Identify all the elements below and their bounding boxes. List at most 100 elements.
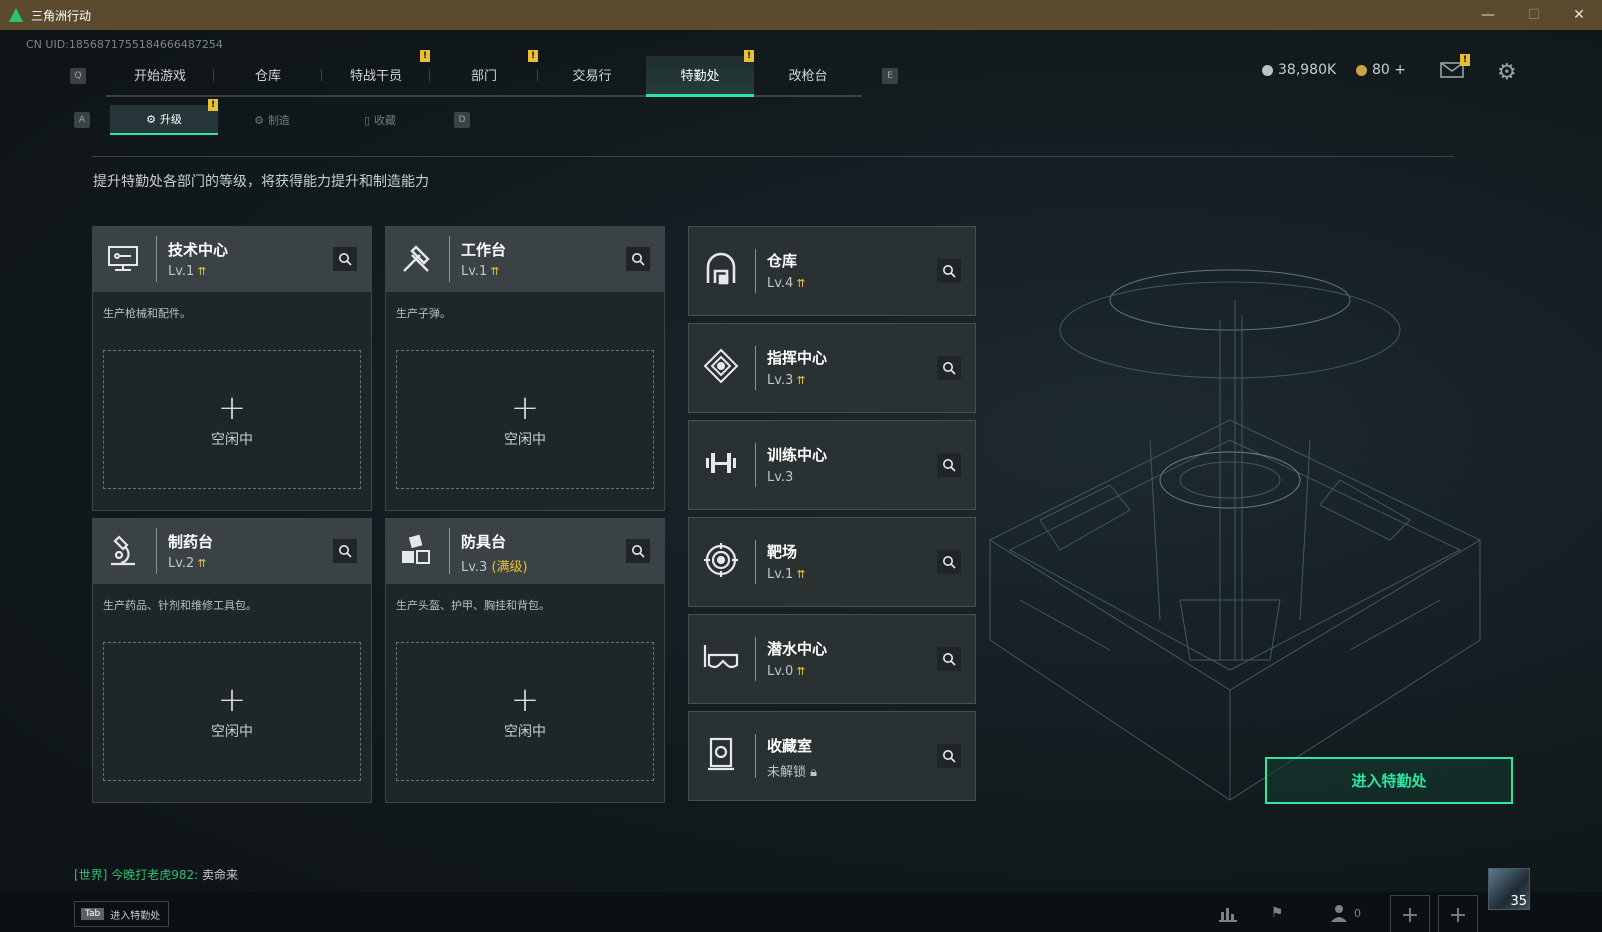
station-level: Lv.3 (满级) bbox=[461, 560, 528, 575]
upgrade-available-icon: ⇈ bbox=[197, 557, 207, 570]
production-slot[interactable]: + 空闲中 bbox=[396, 642, 654, 781]
page-instruction: 提升特勤处各部门的等级，将获得能力提升和制造能力 bbox=[93, 174, 429, 190]
sub-nav: A ⚙ 升级 ! ⚙ 制造 ▯ 收藏 D bbox=[74, 99, 470, 135]
station-description: 生产药品、针剂和维修工具包。 bbox=[103, 599, 257, 612]
bottom-bar: Tab 进入特勤处 ⚑ 0 + + bbox=[0, 892, 1602, 932]
facility-name: 靶场 bbox=[767, 543, 798, 561]
facility-name: 仓库 bbox=[767, 252, 798, 270]
alert-badge: ! bbox=[1460, 54, 1470, 66]
production-slot[interactable]: + 空闲中 bbox=[103, 350, 361, 489]
facility-level: Lv.0 ⇈ bbox=[767, 664, 806, 679]
mail-icon[interactable]: ! bbox=[1440, 54, 1470, 78]
microscope-icon bbox=[103, 531, 143, 571]
divider bbox=[92, 156, 1454, 157]
tab-start-game[interactable]: 开始游戏 bbox=[106, 56, 214, 94]
add-icon: + bbox=[217, 387, 247, 428]
facility-card-warehouse[interactable]: 仓库 Lv.4 ⇈ bbox=[688, 226, 976, 316]
add-teammate-button[interactable]: + bbox=[1390, 895, 1430, 932]
inspect-search-icon[interactable] bbox=[937, 744, 961, 768]
world-chat-line[interactable]: [世界] 今晚打老虎982: 卖命来 bbox=[74, 866, 238, 883]
add-icon: + bbox=[217, 679, 247, 720]
inspect-search-icon[interactable] bbox=[937, 356, 961, 380]
inspect-search-icon[interactable] bbox=[626, 247, 650, 271]
production-slot[interactable]: + 空闲中 bbox=[396, 350, 654, 489]
flag-icon[interactable]: ⚑ bbox=[1264, 900, 1290, 926]
subtab-collection[interactable]: ▯ 收藏 bbox=[326, 106, 434, 134]
enter-special-ops-button[interactable]: 进入特勤处 bbox=[1265, 757, 1513, 804]
subtab-upgrade[interactable]: ⚙ 升级 ! bbox=[110, 99, 218, 135]
facility-card-shooting-range[interactable]: 靶场 Lv.1 ⇈ bbox=[688, 517, 976, 607]
bond-icon bbox=[1356, 64, 1367, 76]
inspect-search-icon[interactable] bbox=[333, 539, 357, 563]
station-description: 生产子弹。 bbox=[396, 307, 451, 320]
computer-icon bbox=[103, 239, 143, 279]
nav-next-key[interactable]: E bbox=[882, 68, 898, 84]
upgrade-available-icon: ⇈ bbox=[796, 568, 806, 581]
station-level: Lv.1 ⇈ bbox=[461, 264, 500, 279]
tab-departments[interactable]: 部门! bbox=[430, 49, 538, 94]
tab-warehouse[interactable]: 仓库 bbox=[214, 56, 322, 94]
upgrade-available-icon: ⇈ bbox=[796, 665, 806, 678]
collection-icon: ▯ bbox=[363, 113, 371, 127]
settings-gear-icon[interactable]: ⚙ bbox=[1497, 62, 1519, 84]
station-level: Lv.1 ⇈ bbox=[168, 264, 207, 279]
station-name: 技术中心 bbox=[168, 241, 229, 259]
maximize-button[interactable]: ☐ bbox=[1511, 0, 1557, 30]
station-card-pharmacy[interactable]: 制药台 Lv.2 ⇈ 生产药品、针剂和维修工具包。 + 空闲中 bbox=[92, 518, 372, 803]
station-card-tech-center[interactable]: 技术中心 Lv.1 ⇈ 生产枪械和配件。 + 空闲中 bbox=[92, 226, 372, 511]
nav-prev-key[interactable]: Q bbox=[70, 68, 86, 84]
app-logo-icon bbox=[9, 8, 23, 22]
tab-special-ops[interactable]: 特勤处! bbox=[646, 49, 754, 97]
window-title: 三角洲行动 bbox=[31, 8, 92, 23]
station-name: 工作台 bbox=[461, 241, 507, 259]
station-level: Lv.2 ⇈ bbox=[168, 556, 207, 571]
subnav-next-key[interactable]: D bbox=[454, 112, 470, 128]
dumbbell-icon bbox=[701, 443, 741, 483]
inspect-search-icon[interactable] bbox=[626, 539, 650, 563]
window-titlebar: 三角洲行动 — ☐ ✕ bbox=[0, 0, 1602, 30]
station-name: 制药台 bbox=[168, 533, 214, 551]
craft-icon: ⚙ bbox=[254, 113, 264, 127]
upgrade-available-icon: ⇈ bbox=[490, 265, 500, 278]
coin-balance[interactable]: 38,980K bbox=[1262, 62, 1336, 78]
stats-chart-icon[interactable] bbox=[1215, 900, 1241, 926]
subnav-prev-key[interactable]: A bbox=[74, 112, 90, 128]
facility-level: Lv.3 ⇈ bbox=[767, 373, 806, 388]
facility-card-collection-room[interactable]: 收藏室 未解锁 🔒︎ bbox=[688, 711, 976, 801]
inspect-search-icon[interactable] bbox=[937, 453, 961, 477]
player-avatar[interactable]: 35 bbox=[1488, 868, 1530, 910]
facility-card-command-center[interactable]: 指挥中心 Lv.3 ⇈ bbox=[688, 323, 976, 413]
inspect-search-icon[interactable] bbox=[937, 550, 961, 574]
lock-icon: 🔒︎ bbox=[810, 765, 818, 780]
subtab-craft[interactable]: ⚙ 制造 bbox=[218, 106, 326, 134]
facility-level: 未解锁 🔒︎ bbox=[767, 765, 818, 780]
facility-card-training-center[interactable]: 训练中心 Lv.3 bbox=[688, 420, 976, 510]
cubes-icon bbox=[396, 531, 436, 571]
coin-icon bbox=[1262, 64, 1273, 76]
upgrade-available-icon: ⇈ bbox=[796, 374, 806, 387]
facility-card-diving-center[interactable]: 潜水中心 Lv.0 ⇈ bbox=[688, 614, 976, 704]
minimize-button[interactable]: — bbox=[1465, 0, 1511, 30]
close-button[interactable]: ✕ bbox=[1556, 0, 1602, 30]
bond-balance[interactable]: 80 + bbox=[1356, 62, 1406, 78]
hammer-icon bbox=[396, 239, 436, 279]
target-icon bbox=[701, 540, 741, 580]
tab-operators[interactable]: 特战干员! bbox=[322, 49, 430, 94]
tab-gunsmith[interactable]: 改枪台 bbox=[754, 56, 862, 94]
inspect-search-icon[interactable] bbox=[937, 259, 961, 283]
production-slot[interactable]: + 空闲中 bbox=[103, 642, 361, 781]
facility-name: 训练中心 bbox=[767, 446, 828, 464]
station-name: 防具台 bbox=[461, 533, 507, 551]
facility-level: Lv.4 ⇈ bbox=[767, 276, 806, 291]
tab-market[interactable]: 交易行 bbox=[538, 56, 646, 94]
player-uid: CN UID:1856871755184666487254 bbox=[26, 38, 223, 51]
station-card-armor[interactable]: 防具台 Lv.3 (满级) 生产头盔、护甲、胸挂和背包。 + 空闲中 bbox=[385, 518, 665, 803]
station-card-workbench[interactable]: 工作台 Lv.1 ⇈ 生产子弹。 + 空闲中 bbox=[385, 226, 665, 511]
add-teammate-button[interactable]: + bbox=[1438, 895, 1478, 932]
facility-name: 指挥中心 bbox=[767, 349, 828, 367]
station-description: 生产枪械和配件。 bbox=[103, 307, 191, 320]
friends-icon[interactable]: 0 bbox=[1326, 900, 1366, 926]
tab-enter-hint[interactable]: Tab 进入特勤处 bbox=[74, 901, 170, 927]
inspect-search-icon[interactable] bbox=[937, 647, 961, 671]
inspect-search-icon[interactable] bbox=[333, 247, 357, 271]
